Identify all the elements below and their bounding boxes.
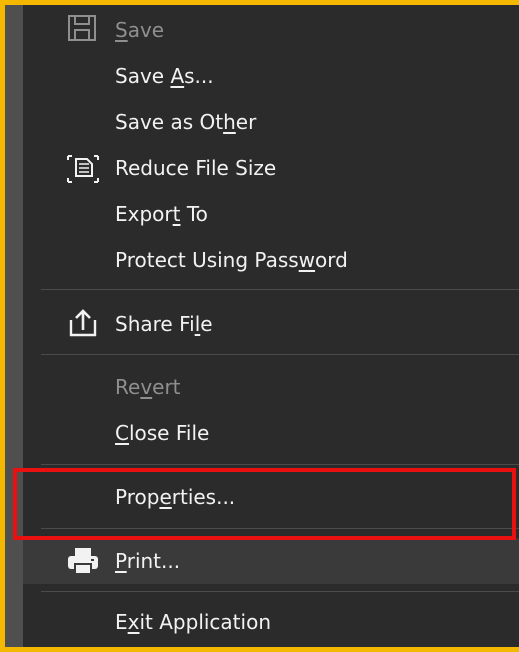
menu-item-label: Exit Application: [115, 610, 271, 634]
menu-item-save[interactable]: Save: [23, 7, 519, 53]
menu-item-properties[interactable]: Properties...: [23, 474, 519, 520]
menu-item-reduce-file-size[interactable]: Reduce File Size: [23, 145, 519, 191]
menu-item-label: Properties...: [115, 485, 236, 509]
menu-item-save-as[interactable]: Save As...: [23, 53, 519, 99]
menu-item-label: Share File: [115, 312, 213, 336]
screenshot-frame: Save Save As... Save as Other Reduce Fil…: [0, 0, 519, 652]
menu-item-export-to[interactable]: Export To: [23, 191, 519, 237]
menu-item-protect-using-password[interactable]: Protect Using Password: [23, 237, 519, 283]
menu-item-close-file[interactable]: Close File: [23, 410, 519, 456]
menu-separator: [41, 464, 519, 465]
menu-item-share-file[interactable]: Share File: [23, 301, 519, 347]
menu-item-print[interactable]: Print...: [23, 538, 519, 584]
save-icon: [65, 14, 101, 46]
share-icon: [65, 308, 101, 340]
menu-item-label: Protect Using Password: [115, 248, 348, 272]
menu-item-label: Close File: [115, 421, 210, 445]
file-menu: Save Save As... Save as Other Reduce Fil…: [23, 5, 519, 647]
menu-item-revert[interactable]: Revert: [23, 364, 519, 410]
menu-item-label: Revert: [115, 375, 181, 399]
printer-icon: [65, 545, 101, 577]
menu-item-label: Reduce File Size: [115, 156, 277, 180]
menu-separator: [41, 528, 519, 529]
menu-separator: [41, 591, 519, 592]
menu-separator: [41, 354, 519, 355]
reduce-file-size-icon: [65, 152, 101, 184]
menu-item-save-as-other[interactable]: Save as Other: [23, 99, 519, 145]
menu-item-exit-application[interactable]: Exit Application: [23, 599, 519, 645]
menu-item-label: Save As...: [115, 64, 214, 88]
menu-separator: [41, 289, 519, 290]
menu-item-label: Print...: [115, 549, 181, 573]
menu-item-label: Export To: [115, 202, 208, 226]
menu-item-label: Save: [115, 18, 165, 42]
menu-item-label: Save as Other: [115, 110, 257, 134]
